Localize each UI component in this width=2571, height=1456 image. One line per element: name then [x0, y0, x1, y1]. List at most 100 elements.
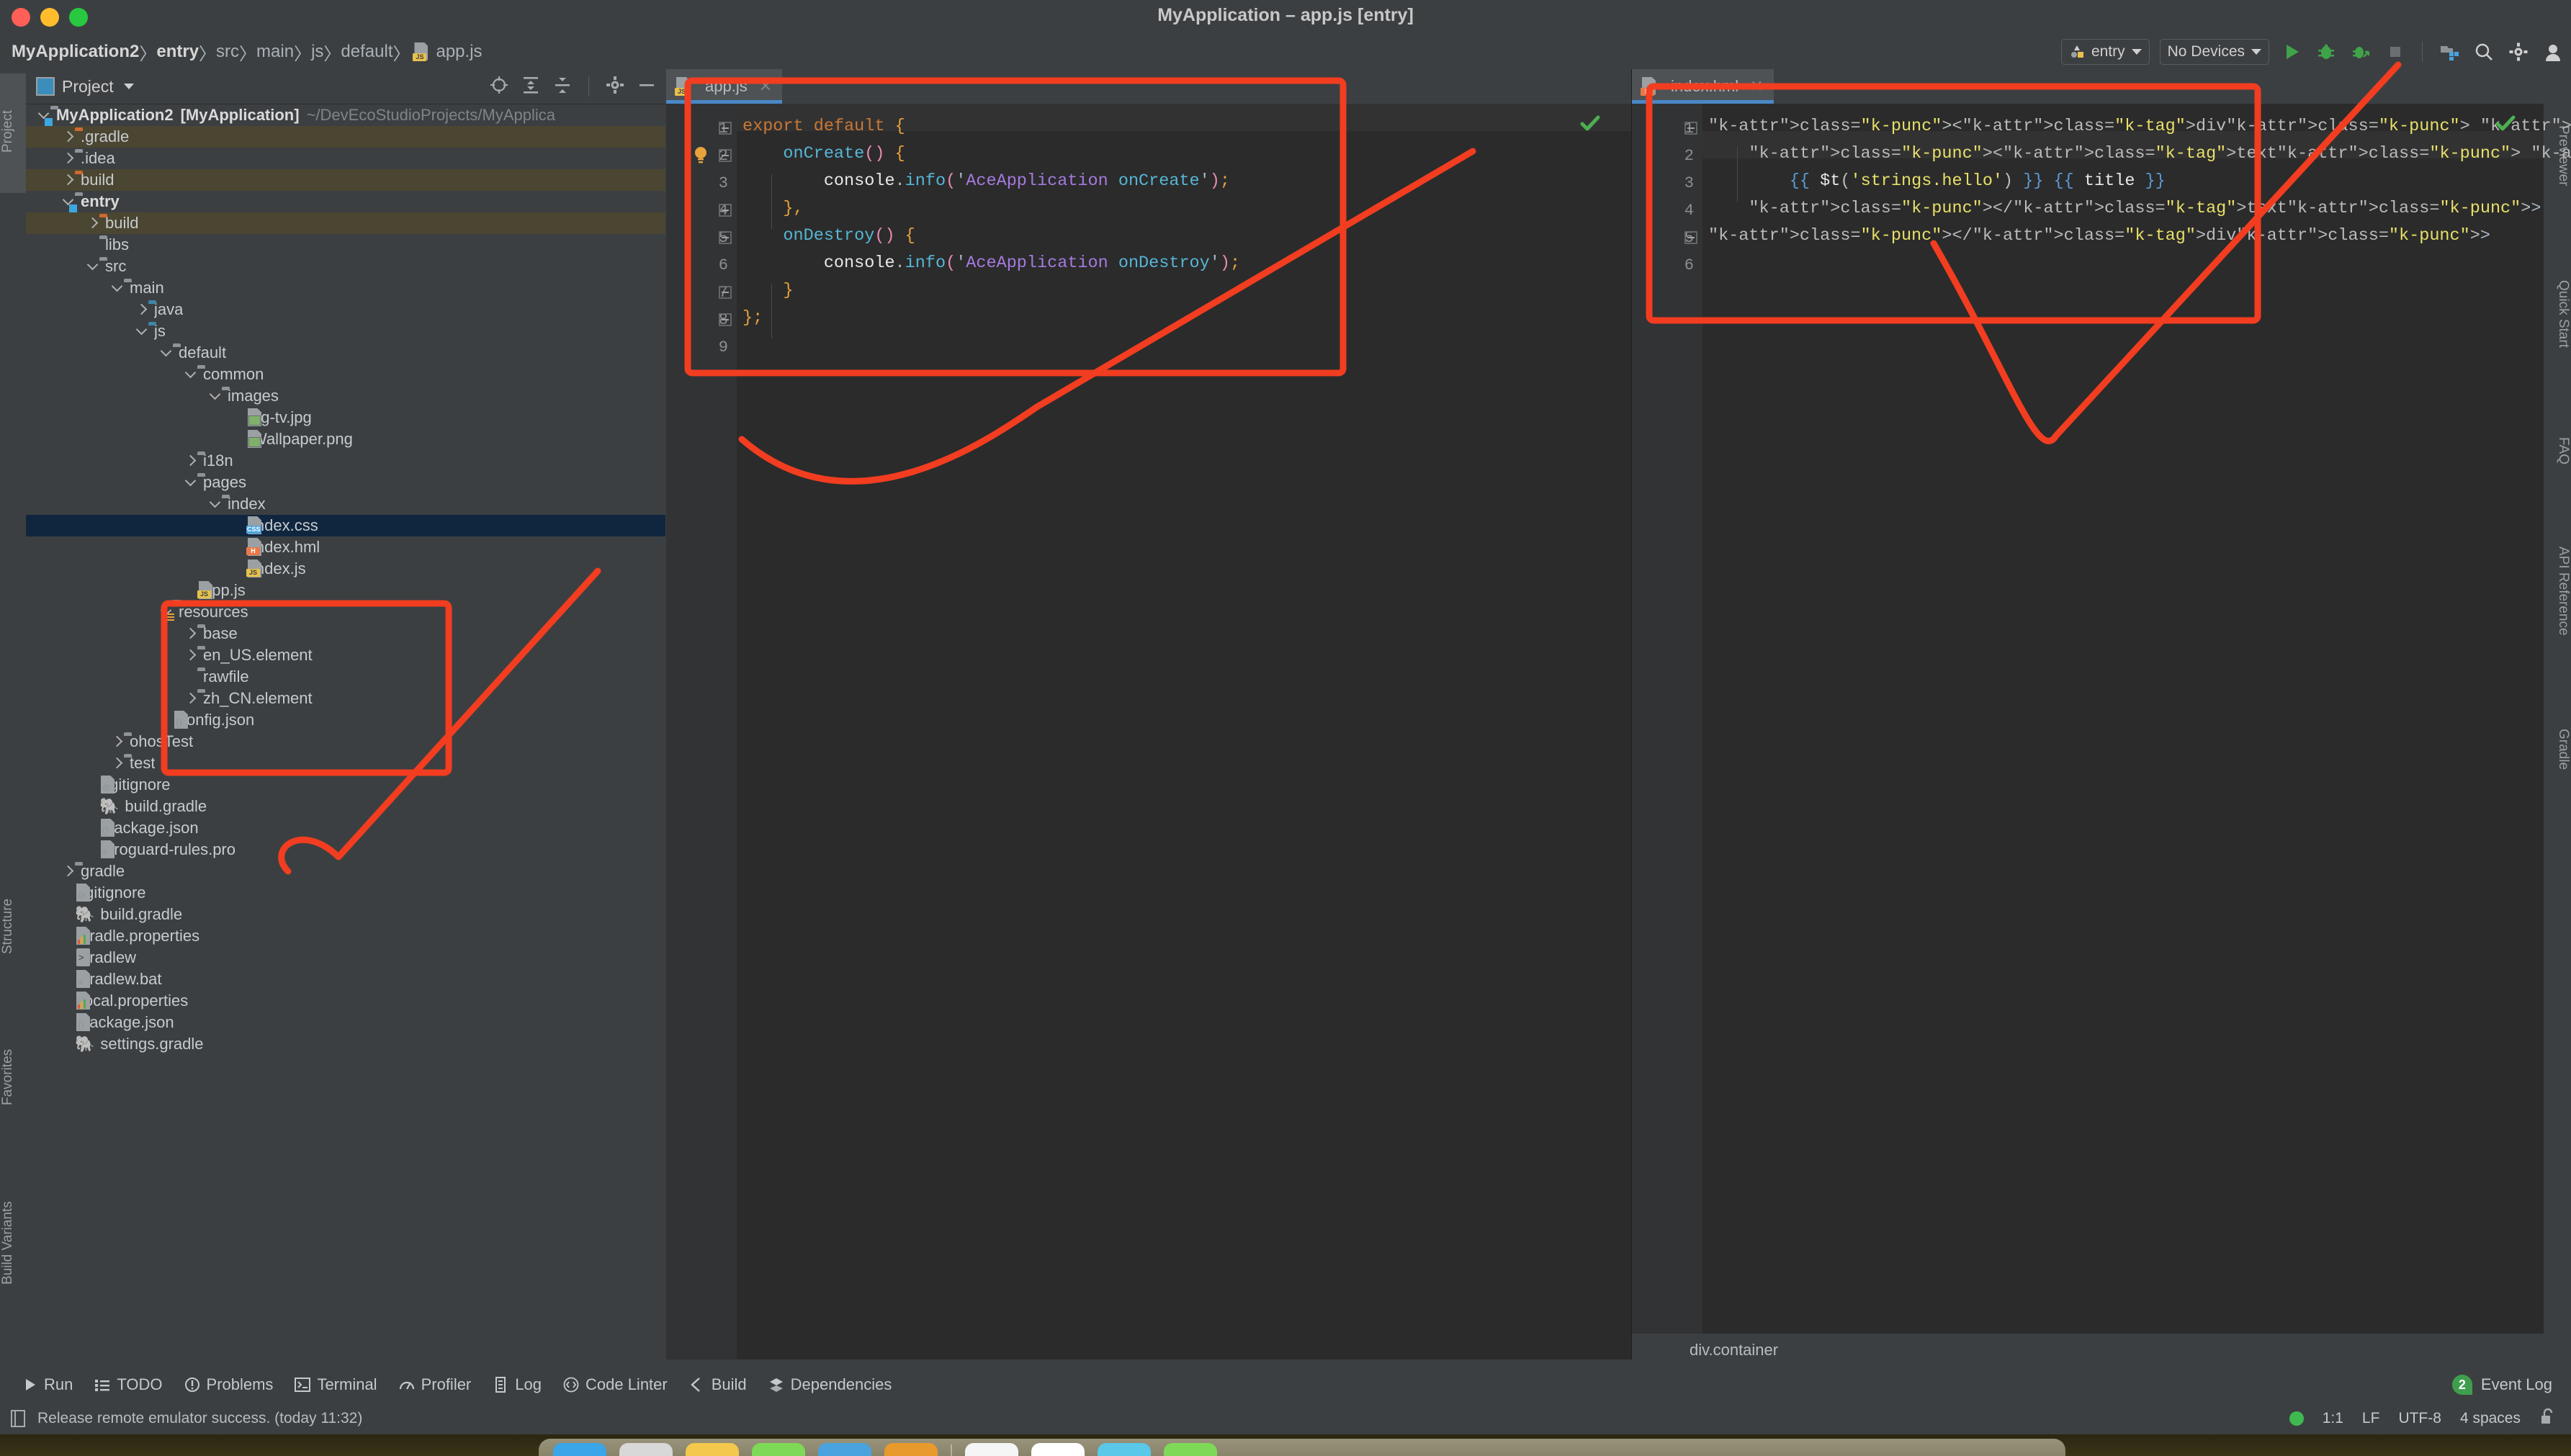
chevron-right-icon[interactable]	[111, 757, 124, 770]
inspection-ok-icon[interactable]	[1578, 111, 1602, 139]
code-line[interactable]: }	[742, 277, 793, 305]
tree-row-java[interactable]: java	[26, 299, 665, 320]
fold-marker-icon[interactable]	[718, 203, 732, 217]
code-line[interactable]: console.info('AceApplication onCreate');	[742, 168, 1230, 195]
fold-marker-icon[interactable]	[718, 230, 732, 245]
tree-row-build-gradle[interactable]: 🐘 build.gradle	[26, 904, 665, 925]
breadcrumb-item-entry[interactable]: entry	[156, 42, 199, 62]
tree-row-gradle-properties[interactable]: gradle.properties	[26, 925, 665, 947]
tree-row-index-hml[interactable]: Hindex.hml	[26, 536, 665, 558]
editor-code-right[interactable]: "k-attr">class="k-punc"><"k-attr">class=…	[1702, 104, 2571, 1360]
caret-position[interactable]: 1:1	[2323, 1410, 2343, 1427]
code-line[interactable]: "k-attr">class="k-punc"><"k-attr">class=…	[1708, 113, 2571, 140]
tree-row--idea[interactable]: .idea	[26, 148, 665, 169]
close-icon[interactable]: ✕	[759, 77, 772, 96]
chevron-down-icon[interactable]	[184, 368, 197, 381]
chevron-right-icon[interactable]	[86, 217, 99, 230]
breadcrumb-item-src[interactable]: src	[216, 42, 239, 62]
sidebar-item-structure[interactable]: Structure	[0, 861, 26, 991]
unlocked-icon[interactable]	[2539, 1407, 2557, 1430]
attach-debugger-icon[interactable]	[2348, 40, 2373, 64]
run-icon[interactable]	[2279, 40, 2304, 64]
expand-all-icon[interactable]	[521, 75, 541, 99]
hide-panel-icon[interactable]	[637, 75, 657, 99]
tree-row-ohostest[interactable]: ohosTest	[26, 731, 665, 752]
event-log-button[interactable]: 2 Event Log	[2451, 1367, 2552, 1403]
tree-row-zh-cn-element[interactable]: zh_CN.element	[26, 688, 665, 709]
breadcrumb-item-file[interactable]: app.js	[436, 42, 482, 62]
code-line[interactable]: "k-attr">class="k-punc"></"k-attr">class…	[1708, 195, 2541, 223]
tree-row-build[interactable]: build	[26, 212, 665, 234]
sidebar-item-gradle[interactable]: Gradle	[2544, 688, 2571, 811]
chevron-down-icon[interactable]	[160, 346, 173, 359]
fold-marker-icon[interactable]	[1684, 121, 1698, 135]
chevron-right-icon[interactable]	[184, 649, 197, 662]
tool-window-problems[interactable]: Problems	[184, 1375, 273, 1394]
chevron-right-icon[interactable]	[62, 152, 75, 165]
dock-icon-terminal[interactable]	[1098, 1443, 1151, 1456]
tree-row-build[interactable]: build	[26, 169, 665, 191]
stop-icon[interactable]	[2383, 40, 2408, 64]
code-line[interactable]: },	[742, 195, 803, 223]
macos-dock[interactable]	[539, 1439, 2065, 1456]
chevron-down-icon[interactable]	[123, 84, 134, 89]
memory-ok-indicator[interactable]	[2289, 1411, 2304, 1426]
dock-icon-music[interactable]	[1031, 1443, 1085, 1456]
tab-app-js[interactable]: JS app.js ✕	[666, 69, 783, 104]
fold-marker-icon[interactable]	[718, 285, 732, 300]
code-line[interactable]: "k-attr">class="k-punc"><"k-attr">class=…	[1708, 140, 2571, 168]
dock-icon-mail[interactable]	[965, 1443, 1018, 1456]
gear-icon[interactable]	[605, 75, 625, 99]
chevron-down-icon[interactable]	[184, 476, 197, 489]
sidebar-item-build-variants[interactable]: Build Variants	[0, 1164, 26, 1322]
chevron-down-icon[interactable]	[209, 390, 222, 403]
tree-row-proguard-rules-pro[interactable]: ≡ proguard-rules.pro	[26, 839, 665, 860]
tool-window-build[interactable]: Build	[689, 1375, 747, 1394]
editor-gutter-right[interactable]: 123456	[1632, 104, 1702, 1360]
run-configuration-selector[interactable]: entry	[2060, 39, 2150, 65]
tree-row-main[interactable]: main	[26, 277, 665, 299]
code-line[interactable]: export default {	[742, 113, 905, 140]
tree-row-js[interactable]: js	[26, 320, 665, 342]
dock-icon-finder[interactable]	[553, 1443, 606, 1456]
tool-window-run[interactable]: Run	[22, 1375, 73, 1394]
chevron-down-icon[interactable]	[135, 325, 148, 338]
tree-row-common[interactable]: common	[26, 364, 665, 385]
tree-row-index-css[interactable]: CSS index.css	[26, 515, 665, 536]
project-tree[interactable]: MyApplication2 [MyApplication] ~/DevEcoStu…	[26, 104, 665, 1360]
code-line[interactable]: {{ $t('strings.hello') }} {{ title }}	[1708, 168, 2166, 195]
tree-row-libs[interactable]: libs	[26, 234, 665, 256]
device-manager-icon[interactable]	[2437, 40, 2462, 64]
tool-window-todo[interactable]: TODO	[94, 1375, 163, 1394]
sidebar-item-faq[interactable]: FAQ	[2544, 408, 2571, 494]
sidebar-item-quick-start[interactable]: Quick Start	[2544, 242, 2571, 386]
tree-row-index-js[interactable]: JS index.js	[26, 558, 665, 580]
tree-row-package-json[interactable]: {} package.json	[26, 817, 665, 839]
tree-row-wallpaper-png[interactable]: Wallpaper.png	[26, 428, 665, 450]
fold-marker-icon[interactable]	[718, 121, 732, 135]
inspection-ok-icon[interactable]	[2493, 111, 2518, 139]
tree-row-myapplication2[interactable]: MyApplication2 [MyApplication] ~/DevEcoStu…	[26, 104, 665, 126]
dock-icon-notes[interactable]	[752, 1443, 805, 1456]
breadcrumb-item-default[interactable]: default	[341, 42, 392, 62]
tree-row-en-us-element[interactable]: en_US.element	[26, 644, 665, 666]
line-separator[interactable]: LF	[2362, 1410, 2380, 1427]
close-icon[interactable]: ✕	[1750, 77, 1763, 96]
tree-row-i18n[interactable]: i18n	[26, 450, 665, 472]
breadcrumb-item-main[interactable]: main	[256, 42, 294, 62]
tree-row-base[interactable]: base	[26, 623, 665, 644]
breadcrumb-item-project[interactable]: MyApplication2	[12, 42, 139, 62]
tree-row-gradlew-bat[interactable]: ≡ gradlew.bat	[26, 969, 665, 990]
fold-marker-icon[interactable]	[718, 148, 732, 163]
tree-row-app-js[interactable]: JS app.js	[26, 580, 665, 601]
sidebar-item-favorites[interactable]: Favorites	[0, 1012, 26, 1142]
tree-row-build-gradle[interactable]: 🐘 build.gradle	[26, 796, 665, 817]
tree-row-src[interactable]: src	[26, 256, 665, 277]
tree-row-default[interactable]: default	[26, 342, 665, 364]
dock-icon-reminders[interactable]	[686, 1443, 739, 1456]
project-panel-title[interactable]: Project	[62, 77, 114, 96]
tree-row-pages[interactable]: pages	[26, 472, 665, 493]
tool-window-profiler[interactable]: Profiler	[399, 1375, 471, 1394]
fold-marker-icon[interactable]	[1684, 230, 1698, 245]
editor-gutter-left[interactable]: 123456789	[666, 104, 737, 1360]
